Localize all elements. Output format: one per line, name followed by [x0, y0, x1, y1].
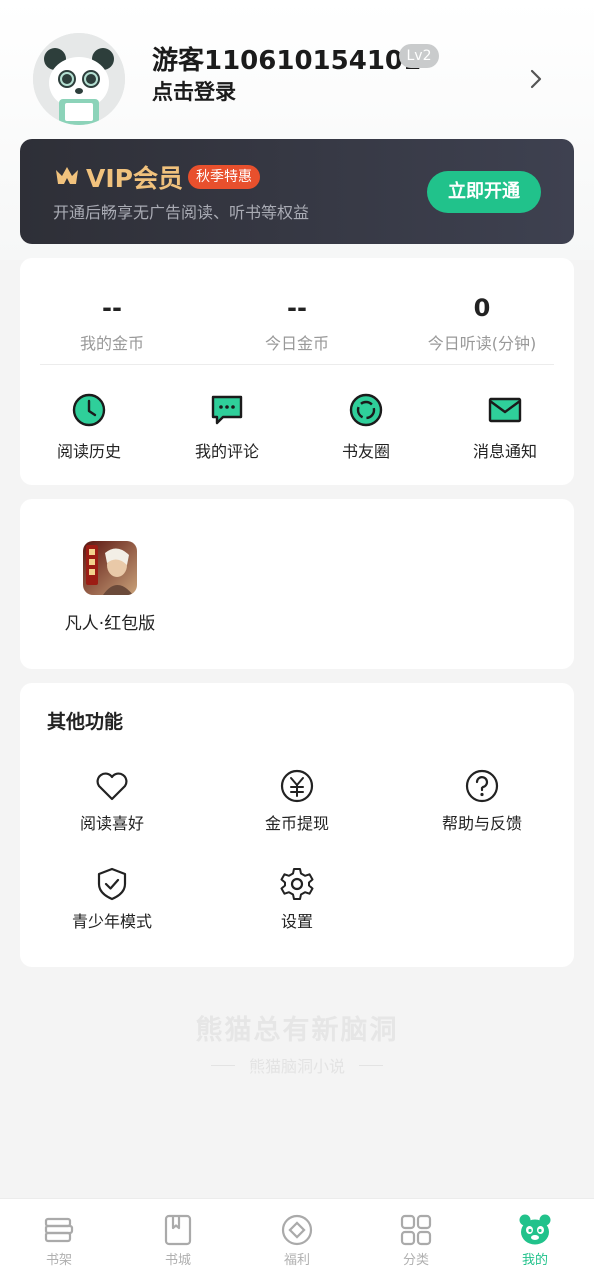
panda-avatar-icon — [33, 33, 125, 125]
mail-icon — [488, 397, 522, 423]
quick-label: 阅读历史 — [56, 442, 121, 461]
tab-category[interactable]: 分类 — [366, 1213, 466, 1268]
func-settings[interactable]: 设置 — [222, 866, 372, 932]
divider — [40, 364, 554, 365]
quick-label: 消息通知 — [472, 442, 537, 461]
stat-label: 今日金币 — [264, 334, 329, 353]
vip-banner[interactable]: VIP会员 秋季特惠 开通后畅享无广告阅读、听书等权益 立即开通 — [20, 139, 574, 244]
watermark-slogan: 熊猫总有新脑洞 — [195, 1015, 399, 1046]
game-label: 凡人·红包版 — [64, 614, 156, 634]
vip-description: 开通后畅享无广告阅读、听书等权益 — [53, 203, 310, 222]
quick-label: 书友圈 — [341, 442, 390, 461]
func-label: 设置 — [280, 912, 313, 931]
tab-label: 分类 — [402, 1253, 429, 1268]
func-help-feedback[interactable]: 帮助与反馈 — [407, 768, 557, 834]
tab-bookstore[interactable]: 书城 — [128, 1213, 228, 1268]
vip-title: VIP会员 — [86, 164, 183, 193]
quick-reading-history[interactable]: 阅读历史 — [24, 392, 154, 462]
func-teen-mode[interactable]: 青少年模式 — [37, 866, 187, 932]
stat-today-listening[interactable]: 0 今日听读(分钟) — [390, 292, 574, 354]
tab-label: 福利 — [283, 1253, 310, 1268]
stats-card: -- 我的金币 -- 今日金币 0 今日听读(分钟) 阅读历史 我的评论 书友圈 — [20, 258, 574, 485]
func-label: 青少年模式 — [71, 912, 152, 931]
bookshelf-icon — [44, 1217, 74, 1243]
other-functions-card: 其他功能 阅读喜好 金币提现 帮助与反馈 青少年模式 设置 — [20, 683, 574, 967]
vip-promo-tag: 秋季特惠 — [188, 165, 260, 189]
quick-label: 我的评论 — [194, 442, 259, 461]
panda-icon — [519, 1214, 551, 1245]
func-label: 帮助与反馈 — [441, 814, 522, 833]
stat-value: 0 — [473, 294, 491, 322]
coin-icon — [281, 1214, 313, 1246]
help-icon — [465, 769, 499, 803]
stat-my-coins[interactable]: -- 我的金币 — [20, 292, 204, 354]
tab-label: 我的 — [521, 1253, 548, 1268]
game-item[interactable]: 凡人·红包版 — [58, 541, 162, 634]
watermark-sub-row: 熊猫脑洞小说 — [0, 1053, 594, 1077]
stat-value: -- — [102, 294, 122, 322]
level-badge: Lv2 — [399, 44, 439, 68]
grid-icon — [400, 1214, 432, 1246]
tab-label: 书城 — [164, 1253, 191, 1268]
crown-icon — [56, 167, 78, 184]
profile-header[interactable]: 游客110610154101 Lv2 点击登录 — [0, 0, 594, 135]
quick-book-circle[interactable]: 书友圈 — [301, 392, 431, 462]
tab-welfare[interactable]: 福利 — [247, 1213, 347, 1268]
book-icon — [164, 1214, 192, 1246]
stat-today-coins[interactable]: -- 今日金币 — [205, 292, 389, 354]
tab-bookshelf[interactable]: 书架 — [9, 1213, 109, 1268]
clock-icon — [72, 393, 106, 427]
shield-icon — [97, 867, 127, 901]
login-link[interactable]: 点击登录 — [152, 76, 236, 106]
tab-label: 书架 — [45, 1253, 72, 1268]
func-label: 金币提现 — [264, 814, 329, 833]
func-reading-preference[interactable]: 阅读喜好 — [37, 768, 187, 834]
circle-icon — [349, 393, 383, 427]
quick-notifications[interactable]: 消息通知 — [440, 392, 570, 462]
bottom-tab-bar: 书架 书城 福利 分类 我的 — [0, 1198, 594, 1280]
game-cover-icon — [83, 541, 137, 595]
vip-open-button[interactable]: 立即开通 — [427, 171, 541, 213]
section-title: 其他功能 — [47, 711, 124, 733]
stat-value: -- — [287, 294, 307, 322]
yuan-icon — [280, 769, 314, 803]
brand-watermark: 熊猫总有新脑洞 熊猫脑洞小说 — [0, 1008, 594, 1077]
divider — [210, 1064, 235, 1066]
game-card: 凡人·红包版 — [20, 499, 574, 669]
avatar[interactable] — [33, 33, 125, 125]
watermark-app-name: 熊猫脑洞小说 — [248, 1057, 345, 1076]
comment-icon — [211, 395, 243, 425]
tab-mine[interactable]: 我的 — [485, 1213, 585, 1268]
quick-my-comments[interactable]: 我的评论 — [162, 392, 292, 462]
gear-icon — [280, 868, 314, 900]
heart-icon — [96, 772, 128, 801]
divider — [359, 1064, 383, 1066]
chevron-right-icon[interactable] — [526, 66, 546, 92]
func-coin-withdraw[interactable]: 金币提现 — [222, 768, 372, 834]
stat-label: 今日听读(分钟) — [427, 334, 537, 353]
stat-label: 我的金币 — [79, 334, 144, 353]
func-label: 阅读喜好 — [79, 814, 144, 833]
username: 游客110610154101 — [152, 46, 422, 76]
